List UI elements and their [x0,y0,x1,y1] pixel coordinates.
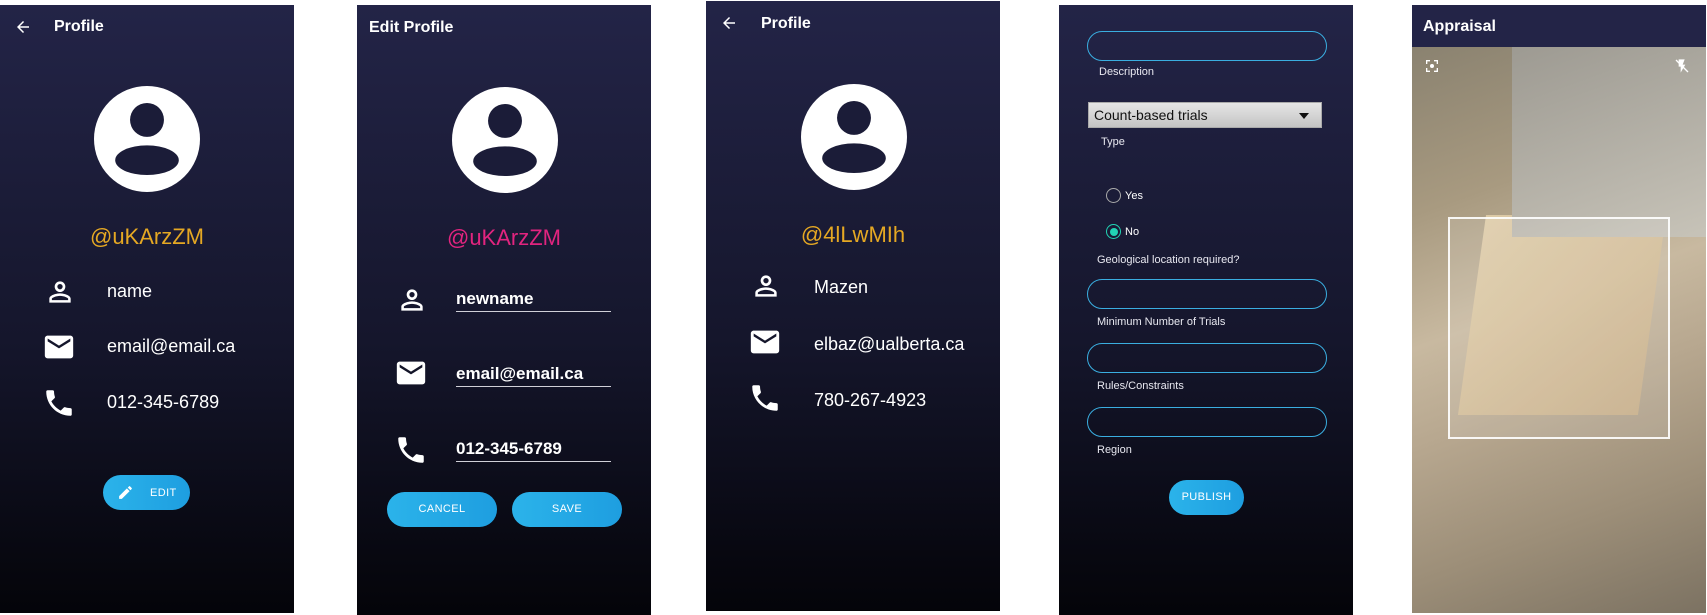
app-bar: Appraisal [1412,5,1706,47]
phone-input[interactable]: 012-345-6789 [456,439,611,462]
person-icon [755,275,777,297]
radio-yes[interactable] [1106,188,1121,203]
phone-icon [46,390,72,416]
rules-label: Rules/Constraints [1097,380,1184,392]
profile-email: email@email.ca [107,336,236,356]
scan-focus-icon[interactable] [1424,58,1440,74]
username-handle: @uKArzZM [446,225,561,250]
publish-button[interactable]: PUBLISH [1169,480,1244,515]
caret-down-icon [1299,113,1309,119]
app-bar: Profile [706,1,1000,45]
cancel-button[interactable]: CANCEL [387,492,497,527]
profile-screen-other: Profile @4lLwMIh Mazen elbaz@ualberta.ca… [706,1,1000,611]
type-select[interactable]: Count-based trials [1088,102,1322,128]
avatar-icon [801,84,907,190]
name-input[interactable]: newname [456,289,611,312]
flash-off-icon[interactable] [1674,58,1690,74]
pencil-icon [119,486,132,499]
profile-screen: Profile @uKArzZM name email@email.ca 012… [0,5,294,613]
radio-no[interactable] [1106,224,1121,239]
avatar-icon [452,87,558,193]
username-handle: @uKArzZM [89,224,204,249]
phone-icon [752,385,778,411]
email-input[interactable]: email@email.ca [456,364,611,387]
description-input[interactable] [1087,31,1327,61]
radio-yes-label: Yes [1125,190,1143,202]
avatar-icon [94,86,200,192]
profile-name: name [107,281,153,301]
radio-no-label: No [1125,226,1140,238]
rules-input[interactable] [1087,343,1327,373]
back-arrow-icon[interactable] [720,14,738,32]
profile-phone: 012-345-6789 [107,392,220,412]
description-label: Description [1099,66,1155,78]
page-title: Appraisal [1423,18,1496,35]
region-label: Region [1097,444,1132,456]
profile-email: elbaz@ualberta.ca [814,334,965,354]
mail-icon [396,361,426,385]
mail-icon [750,330,780,354]
person-icon [401,289,423,311]
save-button[interactable]: SAVE [512,492,622,527]
min-trials-label: Minimum Number of Trials [1097,316,1226,328]
type-label: Type [1101,136,1125,148]
type-select-value: Count-based trials [1094,107,1208,123]
edit-profile-screen: Edit Profile @uKArzZM newname email@emai… [357,5,651,615]
phone-icon [398,437,424,463]
username-handle: @4lLwMIh [800,222,906,247]
profile-phone: 780-267-4923 [814,390,927,410]
appraisal-screen: Appraisal [1412,5,1706,613]
region-input[interactable] [1087,407,1327,437]
person-icon [49,281,71,303]
edit-label: EDIT [150,487,177,499]
min-trials-input[interactable] [1087,279,1327,309]
mail-icon [44,335,74,359]
scan-frame [1448,217,1670,439]
page-title: Profile [54,18,104,35]
app-bar: Edit Profile [357,5,651,49]
profile-name: Mazen [814,277,869,297]
camera-wall [1512,47,1706,237]
publish-experiment-screen: Description Count-based trials Type Yes … [1059,5,1353,615]
edit-button[interactable]: EDIT [103,475,190,510]
page-title: Edit Profile [369,19,454,36]
geo-label: Geological location required? [1097,254,1240,266]
back-arrow-icon[interactable] [14,18,32,36]
app-bar: Profile [0,5,294,49]
page-title: Profile [761,15,811,32]
